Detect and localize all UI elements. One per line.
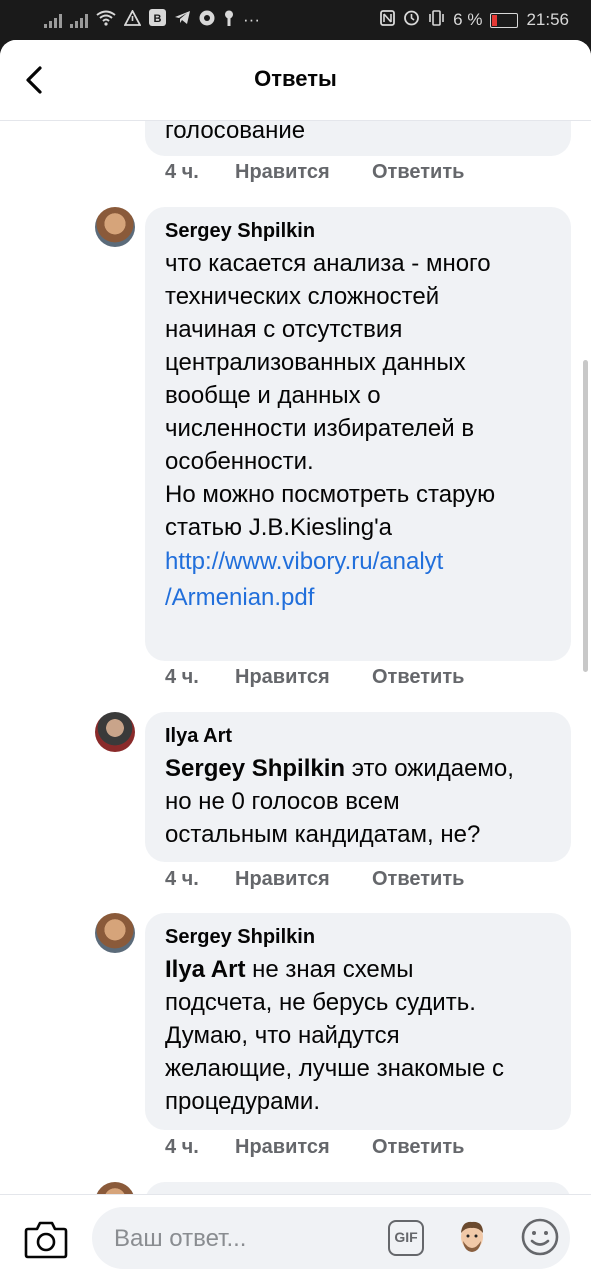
more-icon: ··· — [243, 10, 260, 29]
replies-sheet: голосование 4 ч. Нравится Ответить Serge… — [0, 40, 591, 1280]
comment-actions: 4 ч. Нравится Ответить — [165, 666, 464, 689]
nfc-icon — [380, 9, 396, 31]
key-icon — [223, 10, 235, 31]
like-button[interactable]: Нравится — [235, 666, 372, 689]
comment-author[interactable]: Ilya Art — [165, 724, 551, 748]
signal-icon — [70, 12, 88, 28]
comment-time: 4 ч. — [165, 1136, 199, 1158]
comment-actions: 4 ч. Нравится Ответить — [165, 868, 464, 891]
sticker-button[interactable] — [456, 1219, 488, 1257]
emoji-icon — [521, 1218, 559, 1256]
comment-actions: 4 ч. Нравится Ответить — [165, 1136, 464, 1159]
wifi-icon — [96, 10, 116, 31]
like-button[interactable]: Нравится — [235, 1136, 372, 1159]
vk-icon: B — [149, 9, 166, 31]
alarm-icon — [403, 9, 420, 31]
comment-author[interactable]: Sergey Shpilkin — [165, 925, 551, 949]
like-button[interactable]: Нравится — [235, 161, 372, 184]
svg-text:B: B — [154, 13, 162, 25]
reply-input-wrap: GIF — [92, 1207, 570, 1269]
comment-bubble[interactable]: Sergey Shpilkin что касается анализа - м… — [145, 207, 571, 661]
reply-button[interactable]: Ответить — [372, 666, 464, 689]
reply-button[interactable]: Ответить — [372, 868, 464, 891]
page-title: Ответы — [254, 66, 337, 91]
vibrate-icon — [428, 9, 445, 31]
top-bar: Ответы — [0, 40, 591, 121]
reply-input[interactable] — [112, 1219, 366, 1259]
sticker-icon — [461, 1221, 483, 1252]
telegram-icon — [174, 10, 191, 30]
reply-button[interactable]: Ответить — [372, 161, 464, 184]
comment-bubble[interactable]: Sergey Shpilkin Ilya Art не зная схемы п… — [145, 913, 571, 1130]
comment-time: 4 ч. — [165, 868, 199, 890]
scrollbar[interactable] — [583, 360, 588, 672]
warning-icon — [123, 8, 142, 31]
status-bar: B ··· 6 % 21:56 — [0, 0, 591, 40]
comment-text: Ilya Art не зная схемы подсчета, не беру… — [165, 953, 551, 1118]
comment-bubble[interactable]: Ilya Art Sergey Shpilkin это ожидаемо, н… — [145, 712, 571, 862]
reply-button[interactable]: Ответить — [372, 1136, 464, 1159]
clock: 21:56 — [526, 10, 569, 29]
comment-time: 4 ч. — [165, 161, 199, 183]
comment-time: 4 ч. — [165, 666, 199, 688]
reply-composer: GIF — [0, 1194, 591, 1280]
comment-author[interactable]: Sergey Shpilkin — [165, 219, 551, 243]
avatar[interactable] — [95, 207, 135, 247]
emoji-button[interactable] — [520, 1217, 560, 1257]
comment-link[interactable]: http://www.vibory.ru/analyt — [165, 544, 551, 580]
battery-percent: 6 % — [453, 10, 483, 29]
signal-icon — [44, 12, 62, 28]
avatar[interactable] — [95, 712, 135, 752]
comment-text: Sergey Shpilkin это ожидаемо, но не 0 го… — [165, 752, 551, 851]
comment-actions: 4 ч. Нравится Ответить — [165, 161, 464, 184]
comment-text: что касается анализа - много технических… — [165, 250, 496, 541]
avatar[interactable] — [95, 913, 135, 953]
comment-list[interactable]: голосование 4 ч. Нравится Ответить Serge… — [0, 40, 591, 1280]
mention-link[interactable]: Sergey Shpilkin — [165, 755, 345, 782]
like-button[interactable]: Нравится — [235, 868, 372, 891]
comment-link[interactable]: /Armenian.pdf — [165, 580, 551, 616]
battery-icon — [490, 12, 519, 28]
gif-button[interactable]: GIF — [388, 1220, 424, 1256]
camera-icon — [24, 1221, 68, 1259]
camera-button[interactable] — [24, 1219, 68, 1259]
chrome-icon — [199, 10, 215, 31]
mention-link[interactable]: Ilya Art — [165, 956, 245, 983]
